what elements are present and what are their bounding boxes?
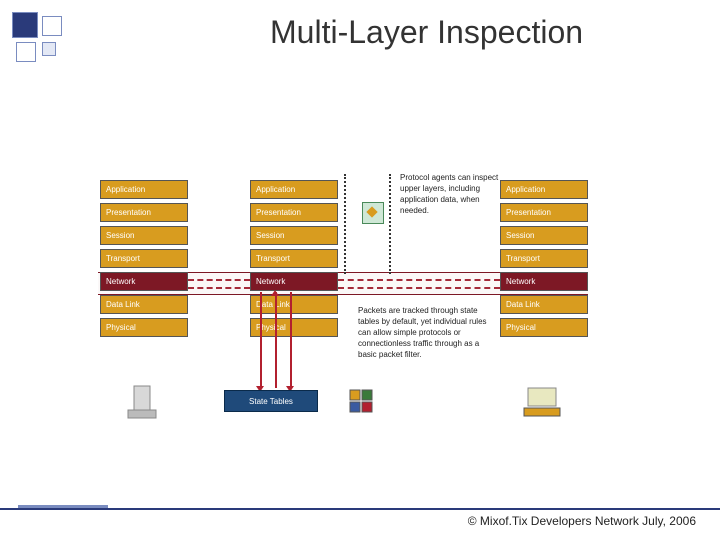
- osi-stack-middle: Application Presentation Session Transpo…: [250, 180, 338, 341]
- osi-diagram: Application Presentation Session Transpo…: [100, 180, 660, 460]
- layer-network: Network: [100, 272, 188, 291]
- arrowhead-up-icon: [271, 290, 279, 296]
- state-arrow: [290, 292, 292, 388]
- layer-network: Network: [250, 272, 338, 291]
- layer-transport: Transport: [250, 249, 338, 268]
- layer-datalink: Data Link: [100, 295, 188, 314]
- inspection-dotted-line: [389, 174, 391, 274]
- layer-session: Session: [250, 226, 338, 245]
- protocol-agent-icon: [362, 202, 384, 224]
- layer-datalink: Data Link: [250, 295, 338, 314]
- layer-session: Session: [100, 226, 188, 245]
- footer-copyright: © Mixof.Tix Developers Network July, 200…: [0, 508, 720, 528]
- state-tables-box: State Tables: [224, 390, 318, 412]
- layer-presentation: Presentation: [100, 203, 188, 222]
- dashed-connector: [188, 279, 250, 281]
- dashed-connector: [338, 279, 500, 281]
- osi-stack-right: Application Presentation Session Transpo…: [500, 180, 588, 341]
- layer-application: Application: [250, 180, 338, 199]
- inspection-dotted-line: [344, 174, 346, 274]
- firewall-icon: [348, 384, 388, 420]
- page-title: Multi-Layer Inspection: [270, 14, 583, 51]
- layer-transport: Transport: [100, 249, 188, 268]
- layer-physical: Physical: [250, 318, 338, 337]
- corner-decoration: [12, 12, 102, 102]
- computer-icon: [522, 384, 562, 420]
- layer-application: Application: [100, 180, 188, 199]
- note-protocol-agents: Protocol agents can inspect upper layers…: [400, 172, 510, 216]
- layer-application: Application: [500, 180, 588, 199]
- dashed-connector: [338, 287, 500, 289]
- state-arrow: [260, 292, 262, 388]
- layer-transport: Transport: [500, 249, 588, 268]
- dashed-connector: [188, 287, 250, 289]
- layer-physical: Physical: [100, 318, 188, 337]
- layer-physical: Physical: [500, 318, 588, 337]
- layer-presentation: Presentation: [250, 203, 338, 222]
- server-icon: [122, 384, 162, 420]
- layer-datalink: Data Link: [500, 295, 588, 314]
- osi-stack-left: Application Presentation Session Transpo…: [100, 180, 188, 341]
- note-state-tables: Packets are tracked through state tables…: [358, 305, 488, 360]
- layer-session: Session: [500, 226, 588, 245]
- state-arrow: [275, 292, 277, 388]
- layer-presentation: Presentation: [500, 203, 588, 222]
- layer-network: Network: [500, 272, 588, 291]
